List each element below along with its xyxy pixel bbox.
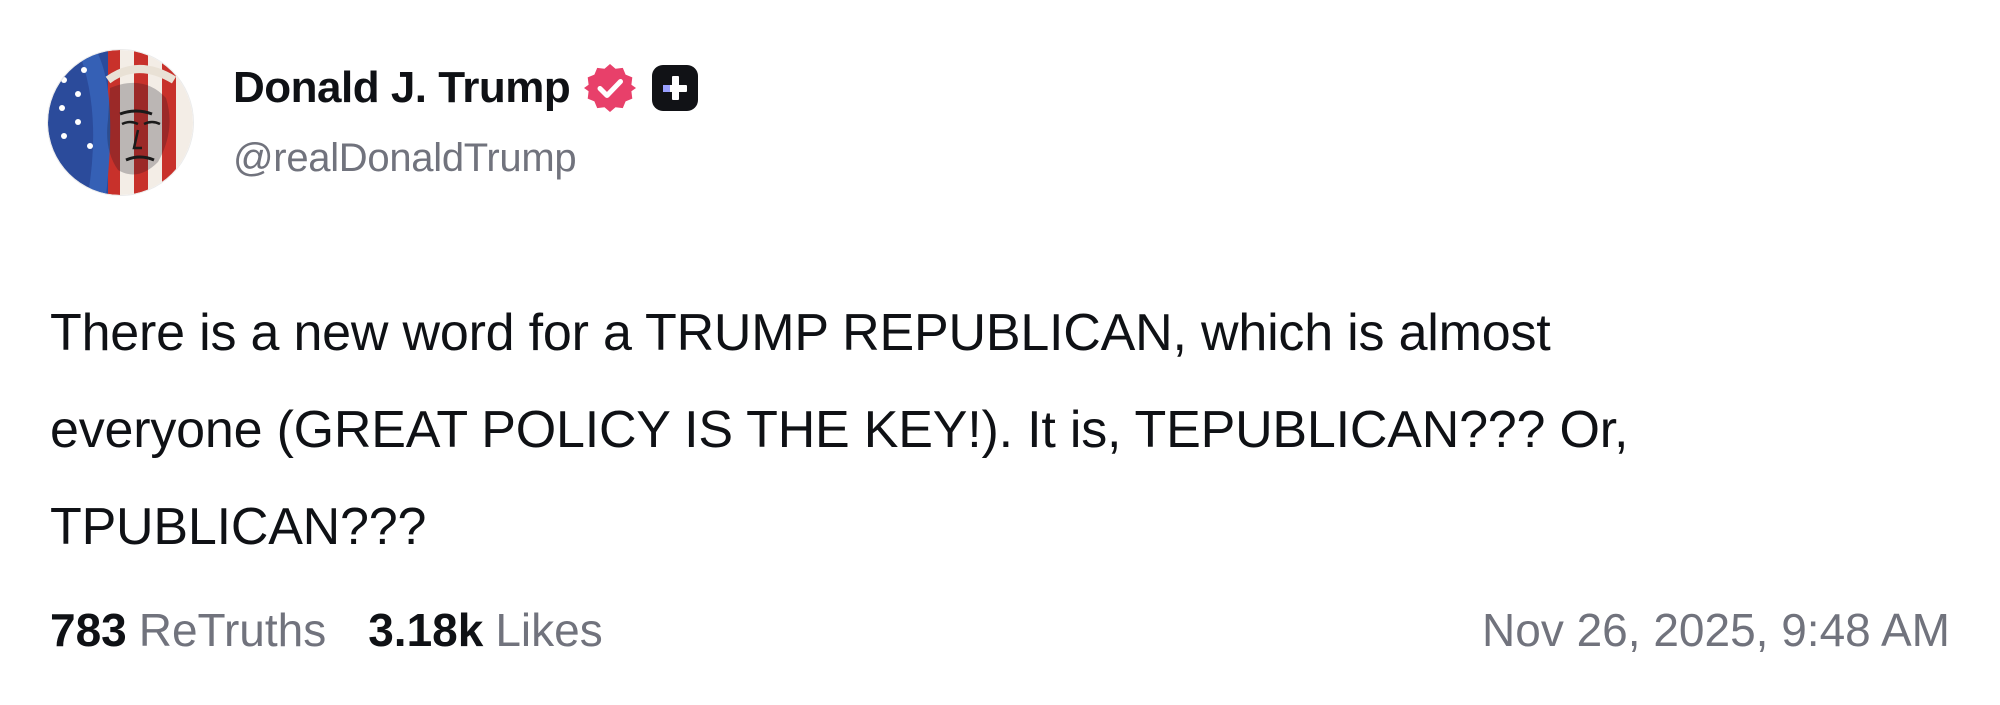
truth-post: Donald J. Trump @realDonaldTrump There i…	[0, 0, 2000, 705]
post-line: TPUBLICAN???	[50, 498, 427, 556]
likes-count: 3.18k	[368, 604, 484, 656]
user-handle[interactable]: @realDonaldTrump	[233, 136, 698, 181]
likes-label: Likes	[495, 604, 603, 656]
retruths-label: ReTruths	[138, 604, 327, 656]
avatar[interactable]	[48, 50, 193, 195]
post-timestamp[interactable]: Nov 26, 2025, 9:48 AM	[1482, 603, 1950, 657]
post-line: There is a new word for a TRUMP REPUBLIC…	[50, 304, 1551, 362]
post-body: There is a new word for a TRUMP REPUBLIC…	[50, 285, 1950, 576]
name-row: Donald J. Trump	[233, 60, 699, 116]
avatar-image	[48, 50, 193, 195]
post-header: Donald J. Trump @realDonaldTrump	[233, 60, 699, 181]
retruths-stat[interactable]: 783 ReTruths	[50, 603, 326, 657]
retruths-count: 783	[50, 604, 127, 656]
plus-badge-icon	[652, 65, 699, 111]
post-line: everyone (GREAT POLICY IS THE KEY!). It …	[50, 401, 1629, 459]
post-footer: 783 ReTruths 3.18k Likes Nov 26, 2025, 9…	[50, 600, 1950, 660]
display-name[interactable]: Donald J. Trump	[233, 63, 571, 113]
likes-stat[interactable]: 3.18k Likes	[368, 603, 603, 657]
verified-badge-icon	[584, 62, 637, 114]
